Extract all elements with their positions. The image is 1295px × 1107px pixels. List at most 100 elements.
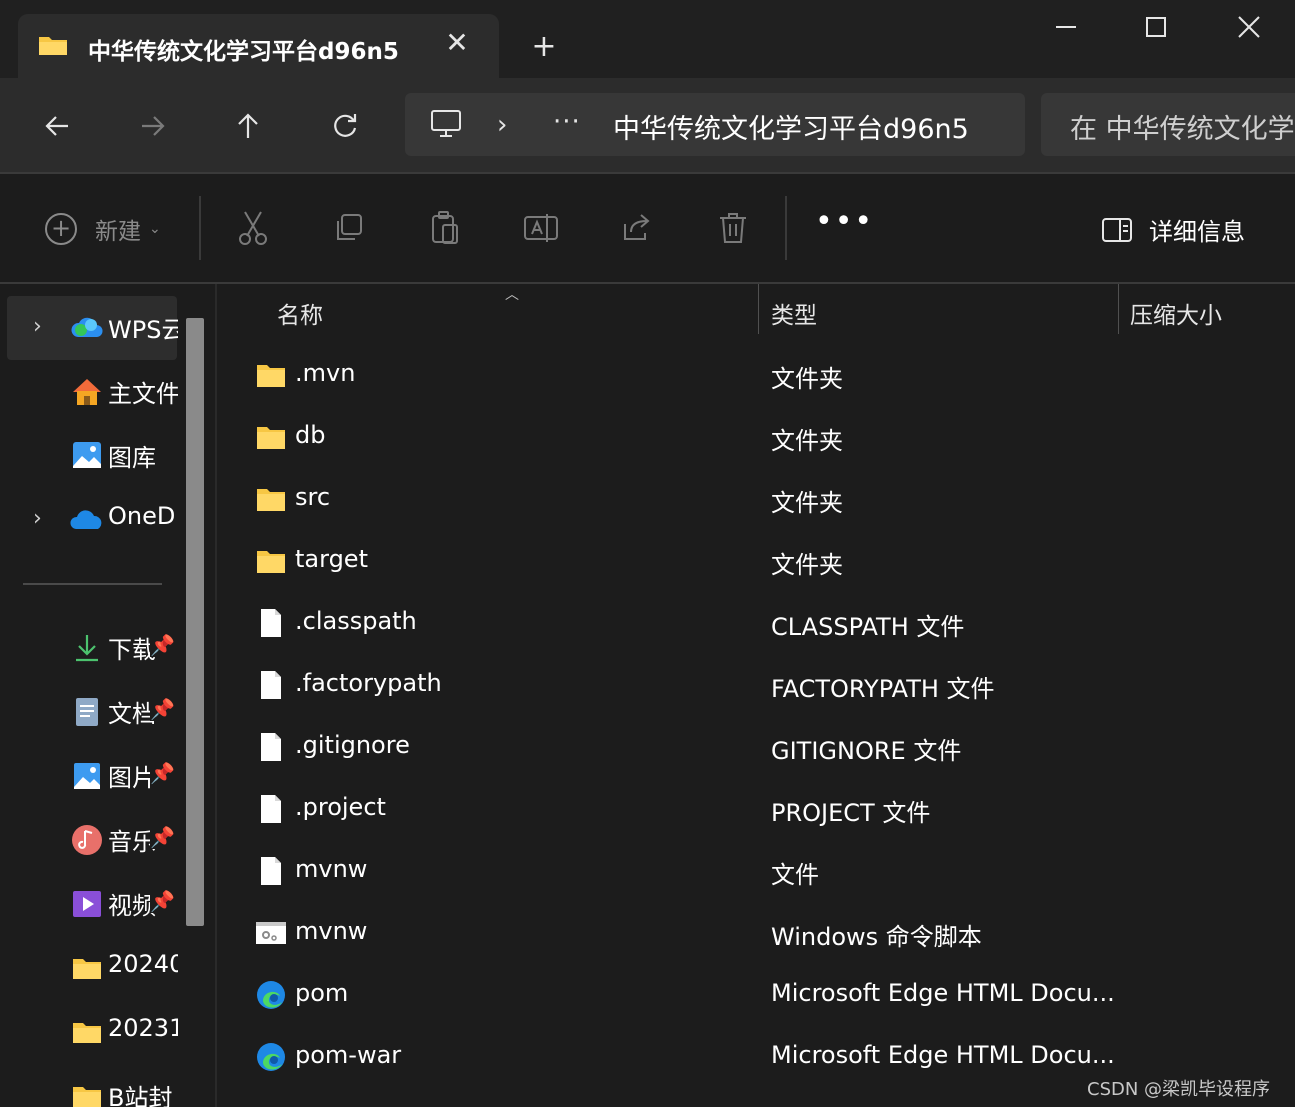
table-row[interactable]: pom Microsoft Edge HTML Docu... (215, 964, 1295, 1026)
share-button[interactable] (617, 208, 657, 248)
arrow-right-icon (142, 116, 165, 136)
watermark: CSDN @梁凯毕设程序 (1087, 1079, 1271, 1100)
new-button[interactable]: + 新建 ⌄ (45, 212, 161, 246)
file-name: target (295, 545, 368, 573)
chevron-right-icon[interactable]: › (33, 506, 42, 531)
folder-icon (257, 365, 285, 387)
table-row[interactable]: mvnw 文件 (215, 840, 1295, 902)
table-row[interactable]: .factorypath FACTORYPATH 文件 (215, 654, 1295, 716)
pin-icon: 📌 (150, 697, 175, 721)
home-icon (73, 379, 101, 405)
script-icon (256, 922, 286, 944)
paste-icon (432, 211, 458, 244)
folder-icon (73, 959, 101, 979)
new-label: 新建 (95, 219, 141, 245)
column-header: ︿ 名称 类型 压缩大小 (215, 284, 1295, 340)
details-label: 详细信息 (1149, 218, 1245, 246)
chevron-right-icon[interactable]: › (33, 314, 42, 339)
file-name: db (295, 421, 326, 449)
minimize-button[interactable] (1036, 10, 1096, 46)
breadcrumb-chevron-icon[interactable]: › (497, 110, 507, 140)
maximize-button[interactable] (1126, 10, 1186, 46)
tab-title: 中华传统文化学习平台d96n5 (88, 39, 399, 65)
rename-button[interactable] (521, 208, 561, 248)
column-compressed-size[interactable]: 压缩大小 (1130, 296, 1222, 330)
sidebar-item-folder[interactable]: 20231 (7, 1000, 178, 1064)
table-row[interactable]: db 文件夹 (215, 406, 1295, 468)
chevron-down-icon: ⌄ (149, 221, 161, 237)
file-type: Windows 命令脚本 (771, 923, 982, 951)
folder-icon (73, 1023, 101, 1043)
refresh-button[interactable] (323, 104, 367, 148)
videos-icon (73, 891, 101, 917)
title-bar: 中华传统文化学习平台d96n5 ✕ + (0, 0, 1295, 78)
column-name[interactable]: 名称 (277, 296, 323, 330)
breadcrumb-current-folder[interactable]: 中华传统文化学习平台d96n5 (613, 107, 969, 146)
wps-cloud-icon (71, 317, 103, 337)
forward-button[interactable] (131, 104, 175, 148)
sidebar-item-music[interactable]: 音乐 📌 (7, 808, 177, 872)
sidebar-item-videos[interactable]: 视频 📌 (7, 872, 177, 936)
sidebar-item-documents[interactable]: 文档 📌 (7, 680, 177, 744)
copy-button[interactable] (329, 208, 369, 248)
edge-icon (257, 981, 285, 1009)
column-resize-handle[interactable] (758, 284, 759, 334)
file-name: .mvn (295, 359, 356, 387)
new-tab-button[interactable]: + (529, 32, 559, 62)
search-box[interactable]: 在 中华传统文化学习平台d96n5 中搜索 (1041, 93, 1295, 156)
file-type: Microsoft Edge HTML Docu... (771, 1041, 1115, 1069)
file-type: CLASSPATH 文件 (771, 613, 965, 641)
file-icon (261, 795, 281, 823)
table-row[interactable]: src 文件夹 (215, 468, 1295, 530)
table-row[interactable]: target 文件夹 (215, 530, 1295, 592)
file-name: .project (295, 793, 386, 821)
sidebar-item-downloads[interactable]: 下载 📌 (7, 616, 177, 680)
folder-icon (257, 427, 285, 449)
minimize-icon (1056, 26, 1076, 28)
table-row[interactable]: .gitignore GITIGNORE 文件 (215, 716, 1295, 778)
cut-button[interactable] (233, 208, 273, 248)
folder-icon (73, 1087, 101, 1107)
arrow-left-icon (45, 116, 68, 136)
sidebar-item-gallery[interactable]: 图库 (7, 424, 177, 488)
paste-button[interactable] (425, 208, 465, 248)
sidebar-item-label: 图库 (108, 444, 156, 472)
sidebar-item-pictures[interactable]: 图片 📌 (7, 744, 177, 808)
close-window-button[interactable] (1219, 10, 1279, 46)
table-row[interactable]: .classpath CLASSPATH 文件 (215, 592, 1295, 654)
back-button[interactable] (35, 104, 79, 148)
details-pane-icon (1102, 217, 1132, 242)
copy-icon (337, 214, 362, 240)
tab-close-button[interactable]: ✕ (442, 28, 472, 58)
sidebar-scrollbar[interactable] (186, 318, 204, 926)
address-bar[interactable]: › ··· 中华传统文化学习平台d96n5 (405, 93, 1025, 156)
tab-active[interactable]: 中华传统文化学习平台d96n5 ✕ (18, 14, 499, 78)
table-row[interactable]: .mvn 文件夹 (215, 344, 1295, 406)
details-pane-button[interactable]: 详细信息 (1101, 212, 1245, 247)
sidebar-item-folder[interactable]: 20240 (7, 936, 178, 1000)
up-button[interactable] (226, 104, 270, 148)
sidebar-item-label: B站封 (108, 1084, 173, 1107)
sidebar-item-folder[interactable]: B站封 (7, 1064, 177, 1107)
arrow-up-icon (238, 113, 258, 138)
table-row[interactable]: mvnw Windows 命令脚本 (215, 902, 1295, 964)
sidebar-item-home[interactable]: 主文件 (7, 360, 178, 424)
column-resize-handle[interactable] (1118, 284, 1119, 334)
search-input[interactable]: 在 中华传统文化学习平台d96n5 中搜索 (1070, 107, 1295, 146)
file-name: mvnw (295, 917, 368, 945)
file-type: 文件夹 (771, 489, 843, 517)
breadcrumb-more-button[interactable]: ··· (553, 107, 581, 137)
file-name: pom (295, 979, 349, 1007)
folder-icon (257, 551, 285, 573)
sidebar-item-onedrive[interactable]: › OneD (7, 488, 177, 552)
file-type: 文件夹 (771, 365, 843, 393)
column-type[interactable]: 类型 (771, 296, 817, 330)
onedrive-icon (70, 510, 102, 529)
sidebar-item-label: 20240 (108, 950, 178, 978)
sidebar-item-wps-cloud[interactable]: › WPS云 (7, 296, 178, 360)
table-row[interactable]: .project PROJECT 文件 (215, 778, 1295, 840)
delete-button[interactable] (713, 208, 753, 248)
more-options-button[interactable]: ••• (815, 204, 874, 239)
share-icon (624, 214, 650, 240)
trash-icon (720, 213, 746, 243)
